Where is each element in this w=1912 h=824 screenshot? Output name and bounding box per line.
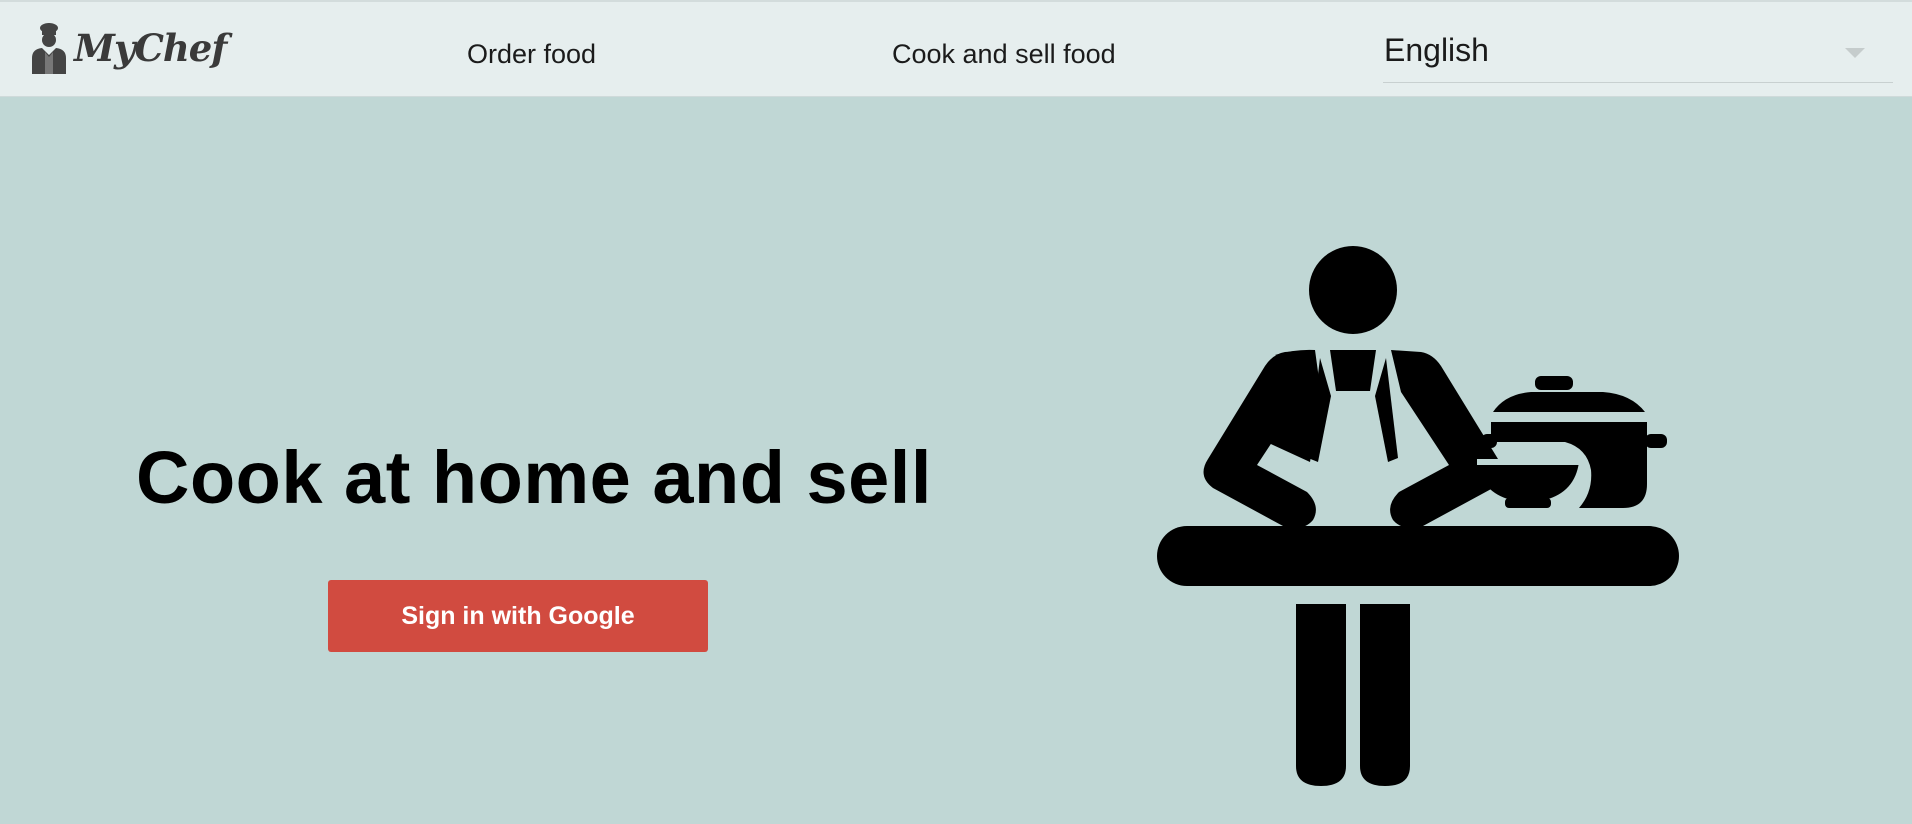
nav-order-food-link[interactable]: Order food	[467, 38, 596, 70]
language-select[interactable]: English	[1383, 28, 1893, 83]
language-selected-value: English	[1384, 32, 1489, 68]
chevron-down-icon	[1845, 48, 1865, 58]
top-navigation-bar: MyChef Order food Cook and sell food Eng…	[0, 0, 1912, 97]
logo[interactable]: MyChef	[28, 20, 227, 76]
google-sign-in-button[interactable]: Sign in with Google	[328, 580, 708, 652]
chef-avatar-icon	[28, 22, 70, 74]
nav-cook-and-sell-link[interactable]: Cook and sell food	[892, 38, 1116, 70]
hero-title: Cook at home and sell	[136, 436, 932, 519]
logo-text: MyChef	[74, 26, 227, 70]
chef-cooking-icon	[1155, 244, 1685, 794]
